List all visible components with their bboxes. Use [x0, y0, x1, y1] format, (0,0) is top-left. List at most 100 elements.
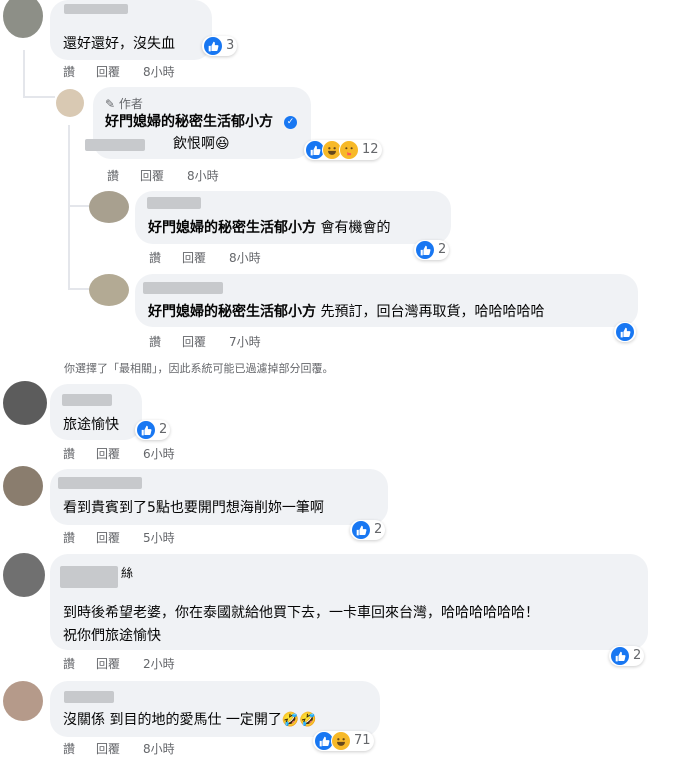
- timestamp[interactable]: 7小時: [229, 334, 261, 350]
- thread-line: [23, 50, 25, 98]
- timestamp[interactable]: 8小時: [229, 250, 261, 266]
- reaction-count: 3: [226, 38, 235, 53]
- like-button[interactable]: 讚: [63, 446, 75, 462]
- avatar[interactable]: [89, 191, 129, 223]
- like-button[interactable]: 讚: [63, 64, 75, 80]
- comment-text: 飲恨啊😆: [173, 136, 230, 152]
- like-button[interactable]: 讚: [63, 530, 75, 546]
- like-button[interactable]: 讚: [63, 656, 75, 672]
- reaction-summary[interactable]: [614, 322, 636, 342]
- comment-bubble: 還好還好，沒失血: [50, 0, 212, 60]
- reply-button[interactable]: 回覆: [182, 250, 206, 266]
- haha-reaction-icon: [331, 731, 351, 751]
- comment-text: 好門媳婦的秘密生活郁小方 先預訂，回台灣再取貨，哈哈哈哈哈: [148, 304, 545, 320]
- filter-notice: 你選擇了「最相關」，因此系統可能已過濾掉部分回覆。: [64, 362, 334, 375]
- like-reaction-icon: [610, 646, 630, 666]
- redacted-name: [143, 282, 223, 294]
- comment-text: 還好還好，沒失血: [63, 36, 175, 52]
- mention-link[interactable]: 好門媳婦的秘密生活郁小方: [148, 304, 316, 320]
- like-button[interactable]: 讚: [149, 250, 161, 266]
- comment-bubble: 好門媳婦的秘密生活郁小方 先預訂，回台灣再取貨，哈哈哈哈哈: [135, 274, 638, 327]
- redacted-name: [64, 691, 114, 703]
- reaction-summary[interactable]: 12: [304, 140, 382, 160]
- mention-link[interactable]: 好門媳婦的秘密生活郁小方: [148, 220, 316, 236]
- redacted-mention: [85, 139, 145, 151]
- redacted-name: [64, 4, 128, 14]
- like-reaction-icon: [136, 420, 156, 440]
- reaction-summary[interactable]: 2: [414, 240, 450, 260]
- reaction-summary[interactable]: 3: [202, 36, 238, 56]
- comment-text: 看到貴賓到了5點也要開門想海削妳一筆啊: [63, 500, 324, 516]
- comment-actions: 讚 回覆 2小時: [63, 656, 213, 672]
- thread-line: [68, 288, 90, 290]
- comment-actions: 讚 回覆 6小時: [63, 446, 213, 462]
- name-suffix: 絲: [121, 566, 134, 580]
- thread-line: [23, 96, 55, 98]
- like-reaction-icon: [415, 240, 435, 260]
- avatar[interactable]: [3, 0, 43, 38]
- reaction-count: 2: [633, 648, 642, 663]
- comment-text: 到時後希望老婆，你在泰國就給他買下去，一卡車回來台灣，哈哈哈哈哈哈！: [63, 605, 539, 621]
- redacted-name: [58, 477, 142, 489]
- reaction-count: 12: [362, 142, 379, 157]
- like-button[interactable]: 讚: [107, 168, 119, 184]
- avatar[interactable]: [3, 466, 43, 506]
- avatar[interactable]: [3, 681, 43, 721]
- reaction-summary[interactable]: 2: [135, 420, 171, 440]
- like-reaction-icon: [203, 36, 223, 56]
- reaction-count: 2: [438, 242, 447, 257]
- reply-button[interactable]: 回覆: [96, 446, 120, 462]
- redacted-name: [60, 566, 118, 588]
- comment-bubble: 看到貴賓到了5點也要開門想海削妳一筆啊: [50, 469, 388, 525]
- timestamp[interactable]: 8小時: [143, 741, 175, 757]
- verified-badge-icon: ✓: [284, 116, 297, 129]
- reply-button[interactable]: 回覆: [96, 64, 120, 80]
- author-avatar[interactable]: [56, 89, 84, 117]
- comment-actions: 讚 回覆 7小時: [149, 334, 299, 350]
- reply-button[interactable]: 回覆: [96, 656, 120, 672]
- comment-text: 祝你們旅途愉快: [63, 628, 161, 644]
- avatar[interactable]: [89, 274, 129, 306]
- author-badge: ✎ 作者: [105, 97, 143, 111]
- timestamp[interactable]: 2小時: [143, 656, 175, 672]
- reply-button[interactable]: 回覆: [140, 168, 164, 184]
- comment-text: 好門媳婦的秘密生活郁小方 會有機會的: [148, 220, 391, 236]
- avatar[interactable]: [3, 381, 47, 425]
- reply-button[interactable]: 回覆: [182, 334, 206, 350]
- comment-text: 沒關係 到目的地的愛馬仕 一定開了🤣🤣: [63, 712, 317, 728]
- like-reaction-icon: [615, 322, 635, 342]
- reaction-summary[interactable]: 2: [609, 646, 645, 666]
- timestamp[interactable]: 6小時: [143, 446, 175, 462]
- reaction-count: 2: [374, 522, 383, 537]
- reply-button[interactable]: 回覆: [96, 741, 120, 757]
- like-reaction-icon: [351, 520, 371, 540]
- thread-line: [68, 205, 90, 207]
- timestamp[interactable]: 5小時: [143, 530, 175, 546]
- comment-actions: 讚 回覆 5小時: [63, 530, 213, 546]
- timestamp[interactable]: 8小時: [187, 168, 219, 184]
- comment-actions: 讚 回覆 8小時: [63, 64, 213, 80]
- comment-bubble: 旅途愉快: [50, 384, 142, 440]
- comment-bubble: 好門媳婦的秘密生活郁小方 會有機會的: [135, 191, 451, 244]
- reply-button[interactable]: 回覆: [96, 530, 120, 546]
- reaction-count: 71: [354, 733, 371, 748]
- pencil-icon: ✎: [105, 97, 116, 111]
- reaction-count: 2: [159, 422, 168, 437]
- reaction-summary[interactable]: 71: [313, 731, 374, 751]
- care-reaction-icon: [339, 140, 359, 160]
- comment-actions: 讚 回覆 8小時: [63, 741, 213, 757]
- comment-actions: 讚 回覆 8小時: [149, 250, 299, 266]
- thread-line: [68, 125, 70, 290]
- comment-author[interactable]: 好門媳婦的秘密生活郁小方: [105, 113, 273, 131]
- reaction-summary[interactable]: 2: [350, 520, 386, 540]
- like-button[interactable]: 讚: [149, 334, 161, 350]
- comment-bubble: ✎ 作者 好門媳婦的秘密生活郁小方 ✓ 飲恨啊😆: [85, 87, 311, 159]
- comment-bubble: 沒關係 到目的地的愛馬仕 一定開了🤣🤣: [50, 681, 380, 737]
- redacted-name: [62, 394, 112, 406]
- redacted-name: [147, 197, 201, 209]
- avatar[interactable]: [3, 553, 45, 597]
- comment-actions: 讚 回覆 8小時: [107, 168, 257, 184]
- comment-bubble: 絲 到時後希望老婆，你在泰國就給他買下去，一卡車回來台灣，哈哈哈哈哈哈！ 祝你們…: [50, 554, 648, 650]
- like-button[interactable]: 讚: [63, 741, 75, 757]
- timestamp[interactable]: 8小時: [143, 64, 175, 80]
